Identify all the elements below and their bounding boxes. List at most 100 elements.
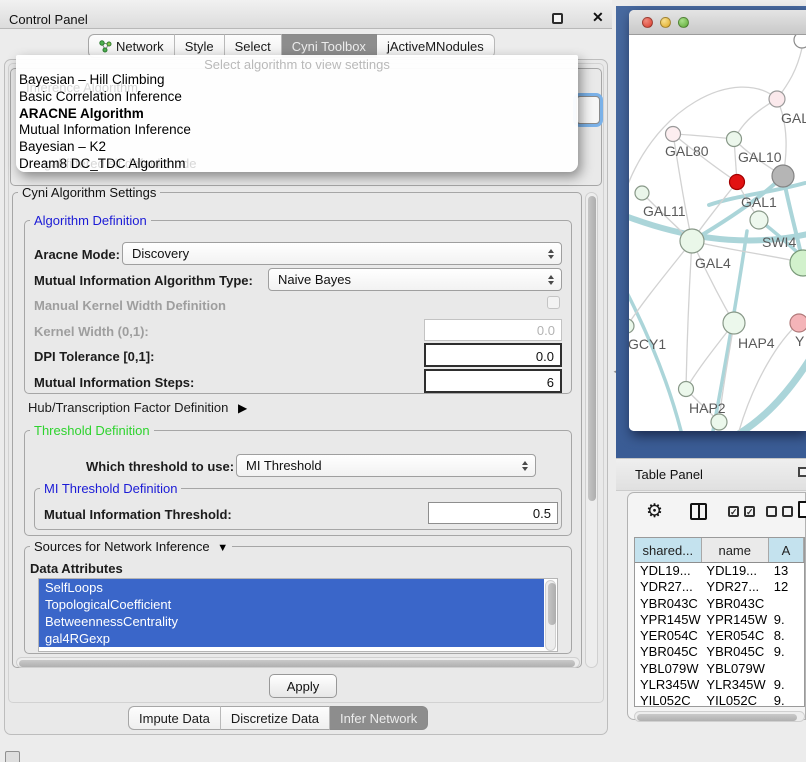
table-cell xyxy=(769,661,804,677)
control-panel-titlebar: Control Panel ✕ xyxy=(0,0,612,29)
table-column-header[interactable]: shared... xyxy=(635,538,702,562)
mi-threshold-field[interactable]: 0.5 xyxy=(428,502,558,524)
network-canvas[interactable]: GALGAL80GAL10GAL1GAL11SWI4GAL4GCY1HAP4YH… xyxy=(629,35,806,431)
network-node-hap4[interactable] xyxy=(723,312,745,334)
table-cell: YIL052C xyxy=(701,693,768,707)
list-scrollbar[interactable] xyxy=(545,580,556,651)
mi-steps-label: Mutual Information Steps: xyxy=(34,375,194,390)
network-node-gal11[interactable] xyxy=(635,186,649,200)
unchecked-checkbox-icon[interactable] xyxy=(766,506,777,517)
apply-button[interactable]: Apply xyxy=(269,674,337,698)
table-column-header[interactable]: name xyxy=(702,538,769,562)
network-node-gal80[interactable] xyxy=(666,127,681,142)
table-cell: 8. xyxy=(769,628,804,644)
table-row[interactable]: YBR043CYBR043C xyxy=(635,596,804,612)
network-window-titlebar[interactable] xyxy=(629,10,806,35)
attribute-list-item[interactable]: TopologicalCoefficient xyxy=(39,596,544,613)
network-node-green-bottom[interactable] xyxy=(711,414,727,430)
kernel-width-field[interactable]: 0.0 xyxy=(424,319,562,341)
table-hscrollbar[interactable] xyxy=(634,711,805,722)
network-node-gray-node[interactable] xyxy=(772,165,794,187)
dropdown-item[interactable]: Bayesian – K2 xyxy=(16,139,578,156)
tab-impute-data[interactable]: Impute Data xyxy=(128,706,221,730)
network-node-gal10[interactable] xyxy=(727,132,742,147)
table-cell: 12 xyxy=(769,579,804,595)
settings-hscrollbar[interactable] xyxy=(16,657,580,668)
tab-label: Discretize Data xyxy=(231,711,319,726)
manual-kernel-checkbox[interactable] xyxy=(547,296,560,309)
network-node-gal1[interactable] xyxy=(750,211,768,229)
network-node-gal-top[interactable] xyxy=(769,91,785,107)
node-label-hap2: HAP2 xyxy=(689,400,726,416)
sources-title: Sources for Network Inference xyxy=(34,539,210,554)
table-row[interactable]: YBL079WYBL079W xyxy=(635,661,804,677)
aracne-mode-label: Aracne Mode: xyxy=(34,247,120,262)
tab-label: jActiveMNodules xyxy=(387,39,484,54)
network-node-pink-y[interactable] xyxy=(790,314,806,332)
table-row[interactable]: YIL052CYIL052C9. xyxy=(635,693,804,707)
dropdown-item[interactable]: Basic Correlation Inference xyxy=(16,89,578,106)
data-attributes-list[interactable]: SelfLoopsTopologicalCoefficientBetweenne… xyxy=(38,578,558,652)
dropdown-item[interactable]: ARACNE Algorithm xyxy=(16,106,578,123)
network-node-hap2[interactable] xyxy=(679,382,694,397)
table-column-header[interactable]: A xyxy=(769,538,804,562)
hub-definition-toggle[interactable]: Hub/Transcription Factor Definition ▶ xyxy=(28,400,247,415)
mi-type-combo[interactable]: Naive Bayes xyxy=(268,268,562,291)
attribute-list-item[interactable]: gal4RGexp xyxy=(39,630,544,647)
network-node-red-node[interactable] xyxy=(730,175,745,190)
expand-right-icon: ▶ xyxy=(238,401,247,415)
table-float-icon[interactable] xyxy=(798,467,806,477)
table-cell: YDR27... xyxy=(635,579,701,595)
attribute-list-item[interactable]: BetweennessCentrality xyxy=(39,613,544,630)
algorithm-combo-partial[interactable] xyxy=(576,96,600,124)
which-threshold-combo[interactable]: MI Threshold xyxy=(236,454,536,477)
dropdown-item[interactable]: Bayesian – Hill Climbing xyxy=(16,72,578,89)
table-row[interactable]: YPR145WYPR145W9. xyxy=(635,612,804,628)
gear-icon[interactable]: ⚙ xyxy=(646,500,663,523)
checked-checkbox-icon[interactable]: ✓ xyxy=(744,506,755,517)
table-header-row: shared...nameA xyxy=(635,538,804,563)
node-label-hap4: HAP4 xyxy=(738,335,775,351)
network-window[interactable]: GALGAL80GAL10GAL1GAL11SWI4GAL4GCY1HAP4YH… xyxy=(629,10,806,431)
close-icon[interactable]: ✕ xyxy=(592,9,604,26)
network-node-gcy1[interactable] xyxy=(629,319,634,333)
table-panel-title: Table Panel xyxy=(635,467,703,482)
table-cell: YPR145W xyxy=(635,612,701,628)
checked-checkbox-icon[interactable]: ✓ xyxy=(728,506,739,517)
attribute-list-item[interactable]: SelfLoops xyxy=(39,579,544,596)
close-traffic-light-icon[interactable] xyxy=(642,17,653,28)
zoom-traffic-light-icon[interactable] xyxy=(678,17,689,28)
table-row[interactable]: YDL19...YDL19...13 xyxy=(635,563,804,579)
tab-discretize-data[interactable]: Discretize Data xyxy=(221,706,330,730)
node-table[interactable]: shared...nameA YDL19...YDL19...13YDR27..… xyxy=(634,537,805,707)
tray-icon[interactable] xyxy=(5,751,20,762)
minimize-traffic-light-icon[interactable] xyxy=(660,17,671,28)
data-attributes-label: Data Attributes xyxy=(30,561,123,576)
document-icon[interactable] xyxy=(798,501,806,518)
tab-infer-network[interactable]: Infer Network xyxy=(330,706,428,730)
sources-toggle[interactable]: Sources for Network Inference ▼ xyxy=(30,539,232,554)
data-tabs: Impute Data Discretize Data Infer Network xyxy=(128,706,428,730)
network-node-swi4[interactable] xyxy=(790,250,806,276)
table-cell: YBR043C xyxy=(701,596,768,612)
table-row[interactable]: YDR27...YDR27...12 xyxy=(635,579,804,595)
spinner-arrows-icon xyxy=(548,275,554,285)
table-row[interactable]: YER054CYER054C8. xyxy=(635,628,804,644)
aracne-mode-combo[interactable]: Discovery xyxy=(122,242,562,265)
table-cell: YBL079W xyxy=(635,661,701,677)
which-threshold-label: Which threshold to use: xyxy=(86,459,234,474)
float-window-icon[interactable] xyxy=(552,13,563,24)
dropdown-item[interactable]: Mutual Information Inference xyxy=(16,122,578,139)
table-row[interactable]: YBR045CYBR045C9. xyxy=(635,644,804,660)
network-node-gal4[interactable] xyxy=(680,229,704,253)
settings-scrollbar[interactable] xyxy=(585,192,598,668)
table-row[interactable]: YLR345WYLR345W9. xyxy=(635,677,804,693)
dropdown-item[interactable]: Dream8 DC_TDC Algorithm xyxy=(16,156,578,173)
node-label-gcy1: GCY1 xyxy=(629,336,666,352)
unchecked-checkbox-icon[interactable] xyxy=(782,506,793,517)
table-cell: YER054C xyxy=(701,628,768,644)
network-node-ring-node[interactable] xyxy=(794,35,806,48)
dpi-tolerance-field[interactable]: 0.0 xyxy=(424,343,562,367)
columns-icon[interactable] xyxy=(690,503,707,520)
mi-steps-field[interactable]: 6 xyxy=(424,369,562,393)
